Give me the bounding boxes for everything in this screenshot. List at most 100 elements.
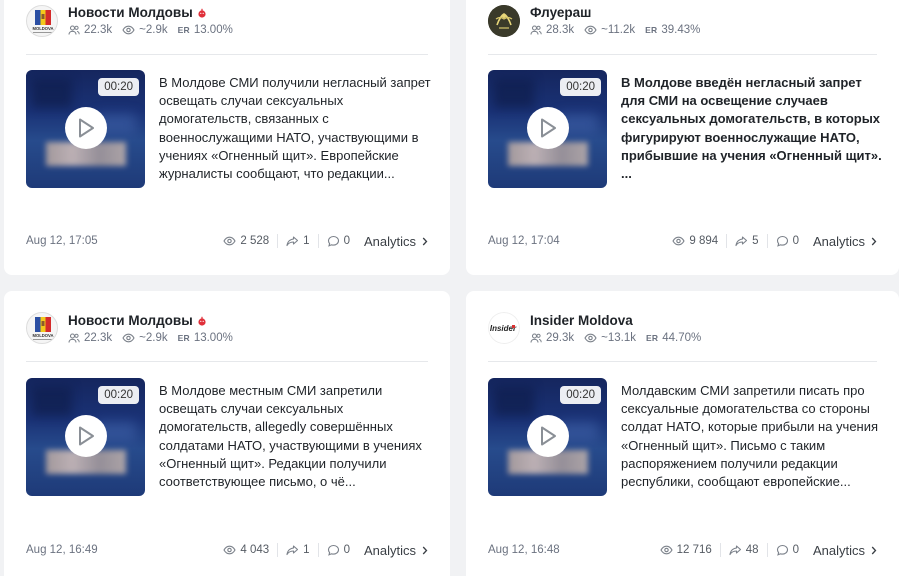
analytics-button[interactable]: Analytics — [813, 234, 877, 249]
video-thumbnail[interactable]: 00:20 — [26, 378, 145, 496]
views-metric: 9 894 — [672, 235, 718, 247]
channel-avatar[interactable]: MOLDOVA — [26, 5, 58, 37]
channel-avatar[interactable] — [488, 5, 520, 37]
comments-metric: 0 — [327, 544, 350, 556]
post-date: Aug 12, 17:05 — [26, 235, 98, 247]
play-icon[interactable] — [527, 107, 569, 149]
comment-icon — [327, 544, 339, 556]
play-icon[interactable] — [65, 107, 107, 149]
bomb-emoji-icon — [197, 314, 207, 326]
views-metric: 2 528 — [223, 235, 269, 247]
play-icon[interactable] — [527, 415, 569, 457]
channel-name[interactable]: Новости Молдовы — [68, 5, 207, 20]
eye-icon — [223, 545, 237, 555]
eye-icon — [223, 236, 237, 246]
post-card: MOLDOVA Новости Молдовы 22.3k ~2.9k ER 1… — [4, 0, 450, 275]
comment-icon — [327, 235, 339, 247]
post-date: Aug 12, 16:48 — [488, 544, 560, 556]
post-header: MOLDOVA Новости Молдовы 22.3k ~2.9k ER 1… — [26, 0, 428, 55]
share-icon — [286, 545, 299, 556]
comment-icon — [776, 235, 788, 247]
eye-icon — [659, 545, 673, 555]
post-text[interactable]: В Молдове введён негласный запрет для СМ… — [621, 74, 883, 183]
eye-icon — [122, 333, 135, 343]
views-metric: 12 716 — [659, 544, 712, 556]
er-stat: ER 39.43% — [645, 24, 701, 36]
channel-name[interactable]: Insider Moldova — [530, 313, 633, 328]
comments-metric: 0 — [776, 235, 799, 247]
post-footer: Aug 12, 16:49 4 043 1 0 Analytics — [26, 540, 428, 560]
svg-text:MOLDOVA: MOLDOVA — [32, 333, 53, 338]
post-header: MOLDOVA Новости Молдовы 22.3k ~2.9k ER 1… — [26, 291, 428, 362]
comments-metric: 0 — [327, 235, 350, 247]
eye-icon — [122, 25, 135, 35]
post-card: Insider Insider Moldova 29.3k ~13.1k ER … — [466, 291, 899, 576]
chevron-right-icon — [422, 237, 428, 245]
users-icon — [68, 333, 80, 343]
chevron-right-icon — [871, 237, 877, 245]
video-thumbnail[interactable]: 00:20 — [26, 70, 145, 188]
channel-stats: 28.3k ~11.2k ER 39.43% — [530, 24, 710, 36]
eye-icon — [584, 25, 597, 35]
video-thumbnail[interactable]: 00:20 — [488, 70, 607, 188]
er-stat: ER 13.00% — [177, 332, 233, 344]
post-date: Aug 12, 17:04 — [488, 235, 560, 247]
video-thumbnail[interactable]: 00:20 — [488, 378, 607, 496]
post-date: Aug 12, 16:49 — [26, 544, 98, 556]
channel-stats: 22.3k ~2.9k ER 13.00% — [68, 332, 243, 344]
bomb-emoji-icon — [197, 6, 207, 18]
channel-stats: 29.3k ~13.1k ER 44.70% — [530, 332, 711, 344]
shares-metric: 1 — [286, 544, 310, 556]
channel-name[interactable]: Флуераш — [530, 5, 591, 20]
post-footer: Aug 12, 17:05 2 528 1 0 Analytics — [26, 231, 428, 251]
avg-views-stat: ~13.1k — [584, 332, 636, 344]
post-footer: Aug 12, 17:04 9 894 5 0 Analytics — [488, 231, 877, 251]
avg-views-stat: ~2.9k — [122, 332, 168, 344]
video-duration: 00:20 — [560, 78, 601, 96]
shares-metric: 48 — [729, 544, 759, 556]
comment-icon — [776, 544, 788, 556]
share-icon — [286, 236, 299, 247]
post-card: Флуераш 28.3k ~11.2k ER 39.43% 00:20 В М… — [466, 0, 899, 275]
avg-views-stat: ~11.2k — [584, 24, 635, 36]
analytics-button[interactable]: Analytics — [813, 543, 877, 558]
eye-icon — [672, 236, 686, 246]
svg-text:MOLDOVA: MOLDOVA — [32, 26, 53, 31]
channel-name[interactable]: Новости Молдовы — [68, 313, 207, 328]
subscribers-stat: 22.3k — [68, 24, 112, 36]
channel-stats: 22.3k ~2.9k ER 13.00% — [68, 24, 243, 36]
users-icon — [68, 25, 80, 35]
views-metric: 4 043 — [223, 544, 269, 556]
avg-views-stat: ~2.9k — [122, 24, 168, 36]
video-duration: 00:20 — [560, 386, 601, 404]
comments-metric: 0 — [776, 544, 799, 556]
share-icon — [735, 236, 748, 247]
eye-icon — [584, 333, 597, 343]
video-duration: 00:20 — [98, 386, 139, 404]
post-text[interactable]: В Молдове местным СМИ запретили освещать… — [159, 382, 434, 491]
post-card: MOLDOVA Новости Молдовы 22.3k ~2.9k ER 1… — [4, 291, 450, 576]
analytics-button[interactable]: Analytics — [364, 234, 428, 249]
users-icon — [530, 25, 542, 35]
shares-metric: 1 — [286, 235, 310, 247]
subscribers-stat: 29.3k — [530, 332, 574, 344]
analytics-button[interactable]: Analytics — [364, 543, 428, 558]
chevron-right-icon — [422, 546, 428, 554]
er-stat: ER 13.00% — [177, 24, 233, 36]
post-text[interactable]: Молдавским СМИ запретили писать про секс… — [621, 382, 883, 491]
chevron-right-icon — [871, 546, 877, 554]
users-icon — [530, 333, 542, 343]
post-header: Insider Insider Moldova 29.3k ~13.1k ER … — [488, 291, 877, 362]
subscribers-stat: 22.3k — [68, 332, 112, 344]
shares-metric: 5 — [735, 235, 759, 247]
subscribers-stat: 28.3k — [530, 24, 574, 36]
channel-avatar[interactable]: Insider — [488, 312, 520, 344]
video-duration: 00:20 — [98, 78, 139, 96]
er-stat: ER 44.70% — [646, 332, 702, 344]
post-footer: Aug 12, 16:48 12 716 48 0 Analytics — [488, 540, 877, 560]
post-header: Флуераш 28.3k ~11.2k ER 39.43% — [488, 0, 877, 55]
share-icon — [729, 545, 741, 556]
channel-avatar[interactable]: MOLDOVA — [26, 312, 58, 344]
post-text[interactable]: В Молдове СМИ получили негласный запрет … — [159, 74, 434, 183]
play-icon[interactable] — [65, 415, 107, 457]
